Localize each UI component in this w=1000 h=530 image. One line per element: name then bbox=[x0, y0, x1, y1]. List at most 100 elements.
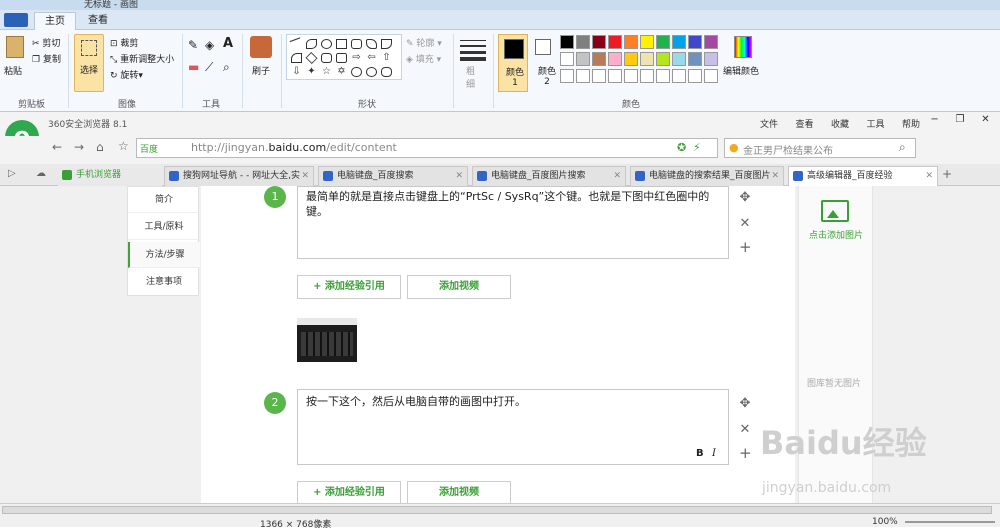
close-icon[interactable]: ✕ bbox=[925, 167, 933, 185]
palette-swatch[interactable] bbox=[688, 69, 702, 83]
star4-shape-icon[interactable]: ✦ bbox=[306, 67, 317, 77]
copy-button[interactable]: ❐ 复制 bbox=[32, 52, 61, 65]
hexagon-shape-icon[interactable] bbox=[336, 53, 347, 63]
zoom-slider[interactable] bbox=[905, 521, 995, 523]
cloud-icon[interactable]: ☁ bbox=[36, 168, 46, 179]
paint-menu-button[interactable] bbox=[4, 13, 28, 27]
select-button[interactable]: 选择 bbox=[74, 34, 104, 92]
pentagon-shape-icon[interactable] bbox=[321, 53, 332, 63]
cut-button[interactable]: ✂ 剪切 bbox=[32, 36, 60, 49]
menu-file[interactable]: 文件 bbox=[760, 117, 778, 130]
palette-swatch[interactable] bbox=[592, 52, 606, 66]
rounded-rect-shape-icon[interactable] bbox=[351, 39, 362, 49]
palette-swatch[interactable] bbox=[672, 52, 686, 66]
arrow-down-shape-icon[interactable]: ⇩ bbox=[291, 67, 302, 77]
delete-icon[interactable]: ✕ bbox=[739, 422, 751, 437]
close-icon[interactable]: ✕ bbox=[301, 167, 309, 185]
tab-search-results[interactable]: 电脑键盘的搜索结果_百度图片 ✕ bbox=[630, 166, 784, 186]
minimize-icon[interactable]: − bbox=[930, 114, 938, 132]
oval-shape-icon[interactable] bbox=[321, 39, 332, 49]
palette-swatch[interactable] bbox=[656, 35, 670, 49]
horizontal-scrollbar[interactable] bbox=[2, 506, 992, 514]
color2-button[interactable]: 颜色 2 bbox=[535, 39, 561, 89]
brush-button[interactable]: 刷子 bbox=[252, 64, 270, 77]
size-icon[interactable] bbox=[460, 38, 486, 61]
close-icon[interactable]: ✕ bbox=[771, 167, 779, 185]
nav-notes[interactable]: 注意事项 bbox=[128, 269, 200, 295]
tab-editor[interactable]: 高级编辑器_百度经验 ✕ bbox=[788, 166, 938, 186]
close-icon[interactable]: ✕ bbox=[981, 114, 989, 132]
paste-button[interactable]: 粘贴 bbox=[4, 64, 22, 77]
menu-tools[interactable]: 工具 bbox=[866, 117, 884, 130]
sidebar-toggle-icon[interactable]: ▷ bbox=[8, 168, 16, 179]
curve-shape-icon[interactable] bbox=[306, 39, 317, 49]
magnifier-icon[interactable]: ⌕ bbox=[223, 60, 230, 75]
palette-swatch[interactable] bbox=[576, 35, 590, 49]
address-bar[interactable]: 百度 http://jingyan.baidu.com/edit/content… bbox=[136, 138, 718, 158]
close-icon[interactable]: ✕ bbox=[455, 167, 463, 185]
color-picker-icon[interactable]: ⟋ bbox=[205, 60, 213, 75]
palette-swatch[interactable] bbox=[640, 69, 654, 83]
star5-shape-icon[interactable]: ☆ bbox=[321, 67, 332, 77]
arrow-right-shape-icon[interactable]: ⇨ bbox=[351, 53, 362, 63]
menu-help[interactable]: 帮助 bbox=[902, 117, 920, 130]
palette-swatch[interactable] bbox=[560, 35, 574, 49]
outline-button[interactable]: ✎ 轮廓 ▾ bbox=[406, 36, 442, 49]
nav-steps[interactable]: 方法/步骤 bbox=[128, 242, 200, 268]
tab-baidu-search[interactable]: 电脑键盘_百度搜索 ✕ bbox=[318, 166, 468, 186]
nav-intro[interactable]: 简介 bbox=[128, 187, 200, 213]
right-triangle-shape-icon[interactable] bbox=[291, 53, 302, 63]
palette-swatch[interactable] bbox=[576, 52, 590, 66]
edit-colors-icon[interactable] bbox=[734, 36, 752, 58]
home-icon[interactable]: ⌂ bbox=[96, 140, 104, 154]
pencil-icon[interactable]: ✎ bbox=[188, 38, 198, 52]
add-reference-button[interactable]: + 添加经验引用 bbox=[297, 481, 401, 505]
color1-button[interactable]: 颜色 1 bbox=[498, 34, 528, 92]
resize-button[interactable]: ⤡ 重新调整大小 bbox=[110, 52, 174, 65]
url-text[interactable]: http://jingyan.baidu.com/edit/content bbox=[191, 141, 397, 154]
rectangle-shape-icon[interactable] bbox=[336, 39, 347, 49]
back-icon[interactable]: ← bbox=[52, 140, 62, 154]
search-box[interactable]: ● 金正男尸检结果公布 ⌕ bbox=[724, 138, 916, 158]
palette-swatch[interactable] bbox=[608, 35, 622, 49]
close-icon[interactable]: ✕ bbox=[613, 167, 621, 185]
palette-swatch[interactable] bbox=[640, 52, 654, 66]
tab-sogou[interactable]: 搜狗网址导航 - - 网址大全,实 ✕ bbox=[164, 166, 314, 186]
text-icon[interactable]: A bbox=[223, 36, 233, 51]
tab-baidu-image[interactable]: 电脑键盘_百度图片搜索 ✕ bbox=[472, 166, 626, 186]
shapes-gallery[interactable]: ⇨ ⇦ ⇧ ⇩ ✦ ☆ ✡ bbox=[286, 34, 402, 80]
move-icon[interactable]: ✥ bbox=[739, 396, 751, 411]
star6-shape-icon[interactable]: ✡ bbox=[336, 67, 347, 77]
menu-view[interactable]: 查看 bbox=[795, 117, 813, 130]
callout-oval-shape-icon[interactable] bbox=[366, 67, 377, 77]
palette-swatch[interactable] bbox=[704, 35, 718, 49]
palette-swatch[interactable] bbox=[560, 52, 574, 66]
palette-swatch[interactable] bbox=[688, 52, 702, 66]
add-image-button[interactable]: 点击添加图片 bbox=[809, 228, 863, 241]
fill-button[interactable]: ◈ 填充 ▾ bbox=[406, 52, 441, 65]
size-button[interactable]: 粗细 bbox=[466, 64, 476, 90]
triangle-shape-icon[interactable] bbox=[381, 39, 392, 49]
palette-swatch[interactable] bbox=[560, 69, 574, 83]
diamond-shape-icon[interactable] bbox=[305, 52, 318, 64]
palette-swatch[interactable] bbox=[592, 35, 606, 49]
add-step-icon[interactable]: + bbox=[739, 238, 752, 256]
rotate-button[interactable]: ↻ 旋转▾ bbox=[110, 68, 143, 81]
bold-icon[interactable]: B bbox=[696, 446, 704, 461]
step-text-editor[interactable]: 最简单的就是直接点击键盘上的“PrtSc / SysRq”这个键。也就是下图中红… bbox=[297, 186, 729, 259]
add-video-button[interactable]: 添加视频 bbox=[407, 481, 511, 505]
arrow-left-shape-icon[interactable]: ⇦ bbox=[366, 53, 377, 63]
palette-swatch[interactable] bbox=[624, 69, 638, 83]
palette-swatch[interactable] bbox=[640, 35, 654, 49]
palette-swatch[interactable] bbox=[704, 52, 718, 66]
palette-swatch[interactable] bbox=[576, 69, 590, 83]
palette-swatch[interactable] bbox=[672, 69, 686, 83]
palette-swatch[interactable] bbox=[704, 69, 718, 83]
maximize-icon[interactable]: ❐ bbox=[956, 114, 965, 132]
menu-favorites[interactable]: 收藏 bbox=[831, 117, 849, 130]
palette-swatch[interactable] bbox=[608, 52, 622, 66]
palette-swatch[interactable] bbox=[624, 52, 638, 66]
step-text-editor[interactable]: 按一下这个，然后从电脑自带的画图中打开。 B I bbox=[297, 389, 729, 465]
paste-icon[interactable] bbox=[6, 36, 24, 58]
italic-icon[interactable]: I bbox=[712, 446, 716, 461]
